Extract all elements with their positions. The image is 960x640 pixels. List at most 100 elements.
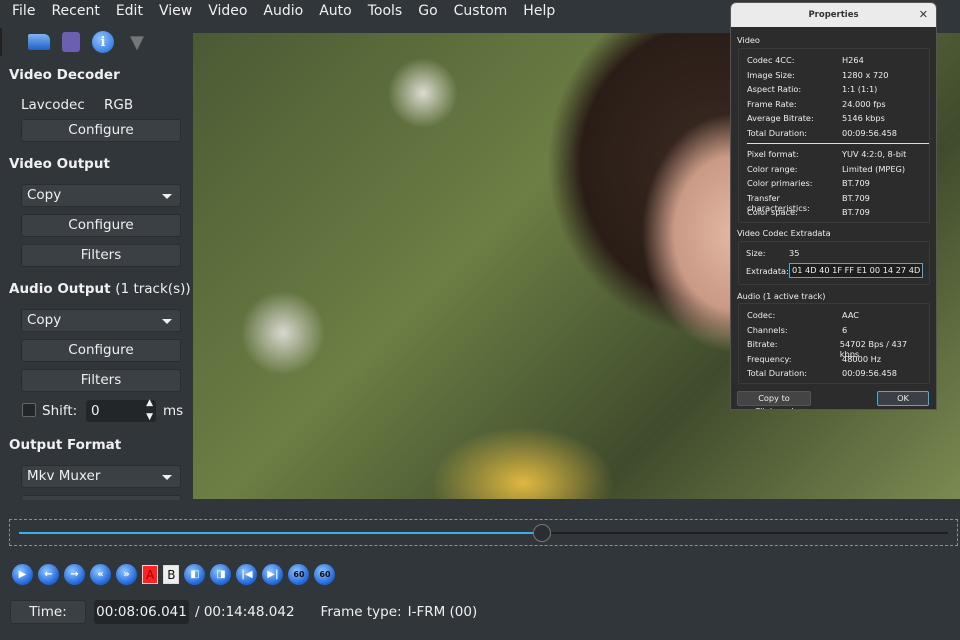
audio-codec-select[interactable]: Copy [21, 309, 181, 332]
property-key: Frame Rate: [747, 98, 797, 109]
shift-value: 0 [91, 403, 100, 419]
menu-tools[interactable]: Tools [360, 0, 411, 24]
forward-60-label: 60 [319, 570, 331, 579]
video-decoder-heading: Video Decoder [9, 67, 120, 83]
output-format-heading: Output Format [9, 437, 122, 453]
playback-controls: ▶ ← → « » A B ◧ ◨ |◀ ▶| 60 60 [12, 564, 336, 585]
set-marker-b-button[interactable]: B [163, 565, 180, 584]
extradata-label: Extradata: [746, 266, 789, 276]
muxer-value: Mkv Muxer [27, 468, 101, 484]
seek-track [19, 524, 948, 542]
video-filters-button[interactable]: Filters [21, 244, 181, 267]
next-frame-icon[interactable]: → [64, 564, 85, 585]
go-to-marker-a-icon[interactable]: |◀ [236, 564, 258, 585]
decoder-format: RGB [104, 97, 134, 113]
property-row: Aspect Ratio: 1:1 (1:1) [747, 84, 927, 94]
video-group: Codec 4CC: H264 Image Size: 1280 x 720 Aspec… [738, 48, 930, 223]
time-button[interactable]: Time: [10, 600, 86, 624]
total-time: / 00:14:48.042 [195, 604, 295, 620]
save-video-icon[interactable] [62, 32, 80, 52]
menu-help[interactable]: Help [515, 0, 563, 24]
set-marker-a-button[interactable]: A [142, 565, 159, 584]
ok-button[interactable]: OK [877, 391, 929, 406]
menu-recent[interactable]: Recent [43, 0, 107, 24]
property-key: Color primaries: [747, 178, 813, 189]
size-value: 35 [789, 248, 800, 258]
previous-keyframe-icon[interactable]: « [90, 564, 111, 585]
property-value: 24.000 fps [842, 98, 886, 109]
menu-view[interactable]: View [151, 0, 200, 24]
play-icon[interactable]: ▶ [12, 564, 33, 585]
previous-frame-icon[interactable]: ← [38, 564, 59, 585]
property-value: Limited (MPEG) [842, 163, 906, 174]
property-value: YUV 4:2:0, 8-bit [842, 149, 907, 159]
menu-go[interactable]: Go [410, 0, 445, 24]
audio-output-heading: Audio Output (1 track(s)) [9, 281, 191, 297]
shift-input[interactable]: 0 ▲ ▼ [86, 398, 156, 422]
property-key: Aspect Ratio: [747, 84, 802, 95]
audio-track-count: (1 track(s)) [115, 281, 191, 297]
seek-fill [19, 532, 543, 534]
extradata-field[interactable]: 01 4D 40 1F FF E1 00 14 27 4D 40 1 [789, 263, 923, 278]
chevron-down-icon [162, 319, 172, 324]
next-keyframe-icon[interactable]: » [116, 564, 137, 585]
toolbar: i ▼ [0, 28, 193, 56]
property-row: Color range: Limited (MPEG) [747, 164, 927, 174]
shift-label: Shift: [42, 403, 78, 419]
property-key: Image Size: [747, 69, 795, 80]
property-row: Image Size: 1280 x 720 [747, 70, 927, 80]
go-to-marker-b-icon[interactable]: ▶| [262, 564, 284, 585]
properties-dialog: Properties ✕ Video Codec 4CC: H264 Image Si… [730, 2, 937, 410]
menu-custom[interactable]: Custom [446, 0, 516, 24]
menu-video[interactable]: Video [200, 0, 255, 24]
open-folder-icon[interactable] [28, 34, 50, 50]
info-icon[interactable]: i [92, 31, 114, 53]
property-row: Average Bitrate: 5146 kbps [747, 113, 927, 123]
filter-icon[interactable]: ▼ [126, 31, 148, 53]
property-value: 5146 kbps [842, 113, 885, 124]
copy-to-clipboard-button[interactable]: Copy to Clipboard [737, 391, 811, 409]
separator [747, 143, 929, 144]
property-row: Codec: AAC [747, 310, 927, 320]
menu-audio[interactable]: Audio [255, 0, 311, 24]
muxer-select[interactable]: Mkv Muxer [21, 465, 181, 488]
muxer-configure-button[interactable] [21, 495, 181, 500]
go-to-start-icon[interactable]: ◧ [184, 564, 206, 585]
dialog-title: Properties [808, 10, 859, 20]
menu-auto[interactable]: Auto [311, 0, 360, 24]
property-row: Total Duration: 00:09:56.458 [747, 128, 927, 138]
seek-handle[interactable] [533, 524, 552, 542]
back-60s-icon[interactable]: 60 [288, 564, 310, 585]
close-icon[interactable]: ✕ [919, 3, 928, 27]
decoder-name: Lavcodec [21, 97, 85, 113]
audio-group: Codec: AAC Channels: 6 Bitrate: 54702 Bps / 4… [738, 303, 930, 384]
property-key: Total Duration: [747, 128, 808, 138]
property-row: Color space: BT.709 [747, 207, 927, 217]
forward-60s-icon[interactable]: 60 [314, 564, 336, 585]
shift-unit: ms [163, 403, 184, 419]
property-key: Average Bitrate: [747, 113, 814, 124]
property-row: Frame Rate: 24.000 fps [747, 99, 927, 109]
menu-file[interactable]: File [4, 0, 43, 24]
property-row: Total Duration: 00:09:56.458 [747, 368, 927, 378]
go-to-end-icon[interactable]: ◨ [210, 564, 232, 585]
shift-checkbox[interactable] [22, 403, 36, 417]
audio-codec-value: Copy [27, 312, 62, 328]
menu-edit[interactable]: Edit [108, 0, 151, 24]
seek-slider[interactable] [9, 519, 958, 546]
spin-arrows-icon[interactable]: ▲ ▼ [146, 396, 153, 424]
chevron-down-icon [162, 475, 172, 480]
audio-configure-button[interactable]: Configure [21, 339, 181, 362]
video-configure-button[interactable]: Configure [21, 214, 181, 237]
property-value: 1280 x 720 [842, 69, 889, 80]
video-codec-select[interactable]: Copy [21, 184, 181, 207]
property-key: Color space: [747, 207, 798, 218]
size-label: Size: [746, 248, 766, 258]
audio-filters-button[interactable]: Filters [21, 369, 181, 392]
property-row: Pixel format: YUV 4:2:0, 8-bit [747, 149, 927, 159]
sidebar: Video Decoder Lavcodec RGB Configure Vid… [0, 60, 193, 500]
decoder-configure-button[interactable]: Configure [21, 119, 181, 142]
property-key: Channels: [747, 324, 788, 335]
current-time-field[interactable]: 00:08:06.041 [94, 600, 189, 624]
property-row: Color primaries: BT.709 [747, 178, 927, 188]
